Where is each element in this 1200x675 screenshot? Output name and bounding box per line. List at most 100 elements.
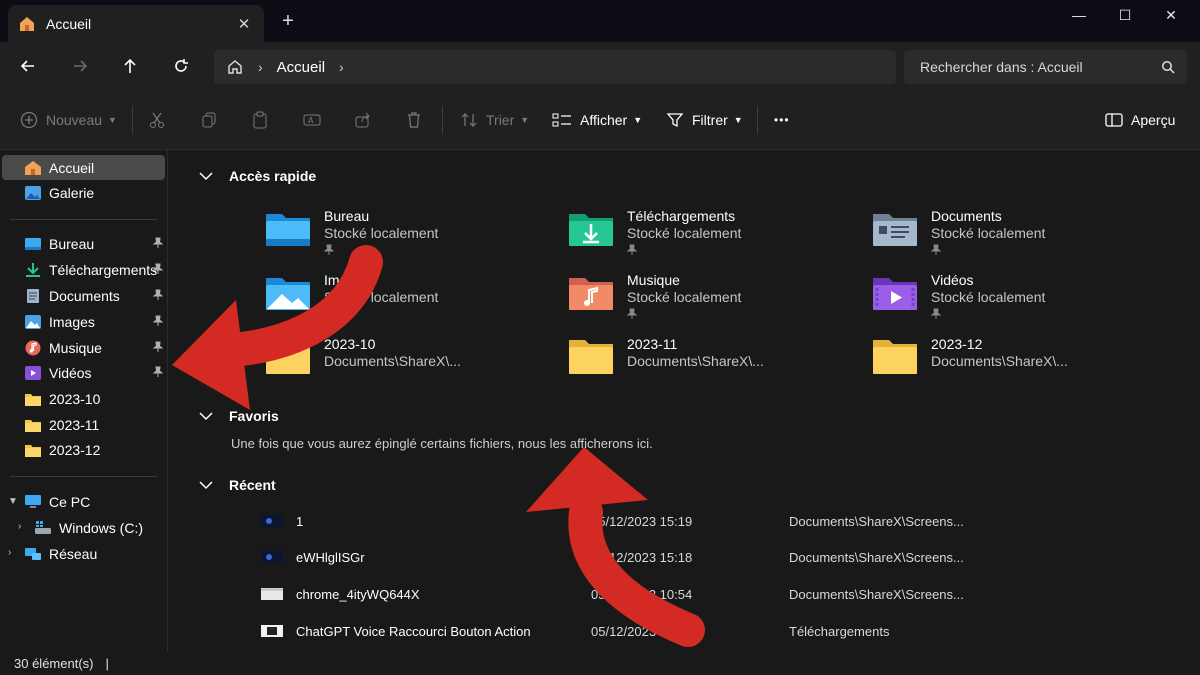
new-tab-button[interactable]: + [276,10,300,33]
view-label: Afficher [580,112,628,128]
quick-access-item[interactable]: Téléchargements Stocké localement [567,208,741,259]
item-location: Stocké localement [627,289,742,305]
quick-access-item[interactable]: Musique Stocké localement [567,272,741,323]
search-icon [1162,61,1175,74]
status-bar: 30 élément(s) | [0,652,1200,675]
sort-icon [461,113,477,127]
recent-file-row[interactable]: 1 05/12/2023 15:19 Documents\ShareX\Scre… [261,510,1161,532]
more-options-button[interactable]: ••• [774,108,790,132]
item-location: Documents\ShareX\... [627,353,764,369]
quick-access-header[interactable]: Accès rapide [199,168,316,184]
recent-file-row[interactable]: ChatGPT Voice Raccourci Bouton Action 05… [261,620,1161,642]
sidebar-item-2023-11[interactable]: 2023-11 [2,412,165,437]
cut-button[interactable] [148,108,166,132]
minimize-button[interactable]: — [1056,0,1102,30]
divider [757,106,758,134]
breadcrumb-accueil[interactable]: Accueil [277,59,325,76]
file-date: 05/12/2023 15:06 [591,623,693,639]
maximize-button[interactable]: ☐ [1102,0,1148,30]
quick-access-item[interactable]: 2023-12 Documents\ShareX\... [871,336,1068,376]
forward-button[interactable] [66,52,94,80]
pin-icon [153,366,163,377]
chevron-down-icon: ▼ [520,115,530,125]
documents-folder-icon [873,214,917,246]
copy-button[interactable] [200,108,218,132]
sidebar-item-2023-10[interactable]: 2023-10 [2,386,165,411]
sidebar-item-musique[interactable]: Musique [2,335,165,360]
item-location: Stocké localement [627,225,742,241]
close-window-button[interactable]: ✕ [1148,0,1194,30]
item-name: Bureau [324,208,370,224]
filter-button[interactable]: Filtrer ▼ [666,108,743,132]
sidebar-item-windows-c[interactable]: Windows (C:) [2,515,165,540]
share-button[interactable] [354,108,372,132]
search-box[interactable]: Rechercher dans : Accueil [904,50,1187,84]
sidebar-item-documents[interactable]: Documents [2,283,165,308]
sort-button[interactable]: Trier ▼ [460,108,529,132]
quick-access-item[interactable]: Bureau Stocké localement [264,208,438,259]
sidebar-divider [10,219,157,220]
sidebar-item-galerie[interactable]: Galerie [2,180,165,205]
sidebar-item-videos[interactable]: Vidéos [2,360,165,385]
home-outline-icon [228,60,242,74]
status-divider: | [105,656,109,671]
scissors-icon [150,112,164,128]
sidebar-item-2023-12[interactable]: 2023-12 [2,437,165,462]
sidebar-item-label: Images [49,313,95,330]
quick-access-item[interactable]: Documents Stocké localement [871,208,1045,259]
back-button[interactable] [14,52,42,80]
new-button[interactable]: Nouveau ▼ [20,108,117,132]
paste-button[interactable] [251,108,269,132]
tab-close-icon[interactable]: ✕ [234,15,254,33]
navigation-pane: Accueil Galerie Bureau Téléchargements D… [0,150,168,652]
pin-icon [930,308,942,319]
recent-header[interactable]: Récent [199,477,276,493]
downloads-folder-icon [569,214,613,246]
folder-icon [25,444,41,457]
refresh-button[interactable] [167,52,195,80]
quick-access-item[interactable]: 2023-11 Documents\ShareX\... [567,336,764,376]
quick-access-item[interactable]: Vidéos Stocké localement [871,272,1045,323]
file-location: Documents\ShareX\Screens... [789,586,964,602]
search-input[interactable]: Rechercher dans : Accueil [920,59,1083,75]
sidebar-item-images[interactable]: Images [2,309,165,334]
item-location: Stocké localement [324,225,439,241]
address-bar[interactable]: › Accueil › [214,50,896,84]
delete-button[interactable] [405,108,423,132]
sidebar-item-label: 2023-12 [49,441,101,458]
chevron-down-icon [199,172,213,181]
sidebar-item-telechargements[interactable]: Téléchargements [2,257,165,282]
up-button[interactable] [116,52,144,80]
item-location: Stocké localement [931,289,1046,305]
file-location: Documents\ShareX\Screens... [789,549,964,565]
desktop-icon [25,237,41,250]
sidebar-item-accueil[interactable]: Accueil [2,155,165,180]
new-label: Nouveau [46,112,103,128]
view-button[interactable]: Afficher ▼ [552,108,642,132]
recent-file-row[interactable]: chrome_4ityWQ644X 05/12/2023 10:54 Docum… [261,583,1161,605]
sidebar-item-bureau[interactable]: Bureau [2,231,165,256]
tab-accueil[interactable]: Accueil ✕ [8,5,264,42]
quick-access-item[interactable]: 2023-10 Documents\ShareX\... [264,336,461,376]
file-location: Documents\ShareX\Screens... [789,513,964,529]
sidebar-item-ce-pc[interactable]: Ce PC [2,489,165,514]
recent-file-row[interactable]: eWHlglISGr 05/12/2023 15:18 Documents\Sh… [261,546,1161,568]
file-location: Téléchargements [789,623,890,639]
clipboard-icon [253,111,267,129]
share-icon [355,112,370,128]
sidebar-item-reseau[interactable]: Réseau [2,541,165,566]
pictures-icon [25,314,41,329]
item-location: Stocké localement [324,289,439,305]
preview-pane-button[interactable]: Aperçu [1105,108,1175,132]
chevron-down-icon: ▼ [633,115,643,125]
favorites-header[interactable]: Favoris [199,408,279,424]
rename-button[interactable]: A [303,108,321,132]
quick-access-item[interactable]: Images Stocké localement [264,272,438,312]
breadcrumb-expand-icon[interactable]: › [339,59,344,75]
rename-icon: A [303,114,321,126]
pin-icon [153,315,163,326]
file-name: ChatGPT Voice Raccourci Bouton Action [296,623,531,639]
sidebar-item-label: Réseau [49,545,98,562]
pin-icon [153,263,163,274]
pin-icon [153,289,163,300]
